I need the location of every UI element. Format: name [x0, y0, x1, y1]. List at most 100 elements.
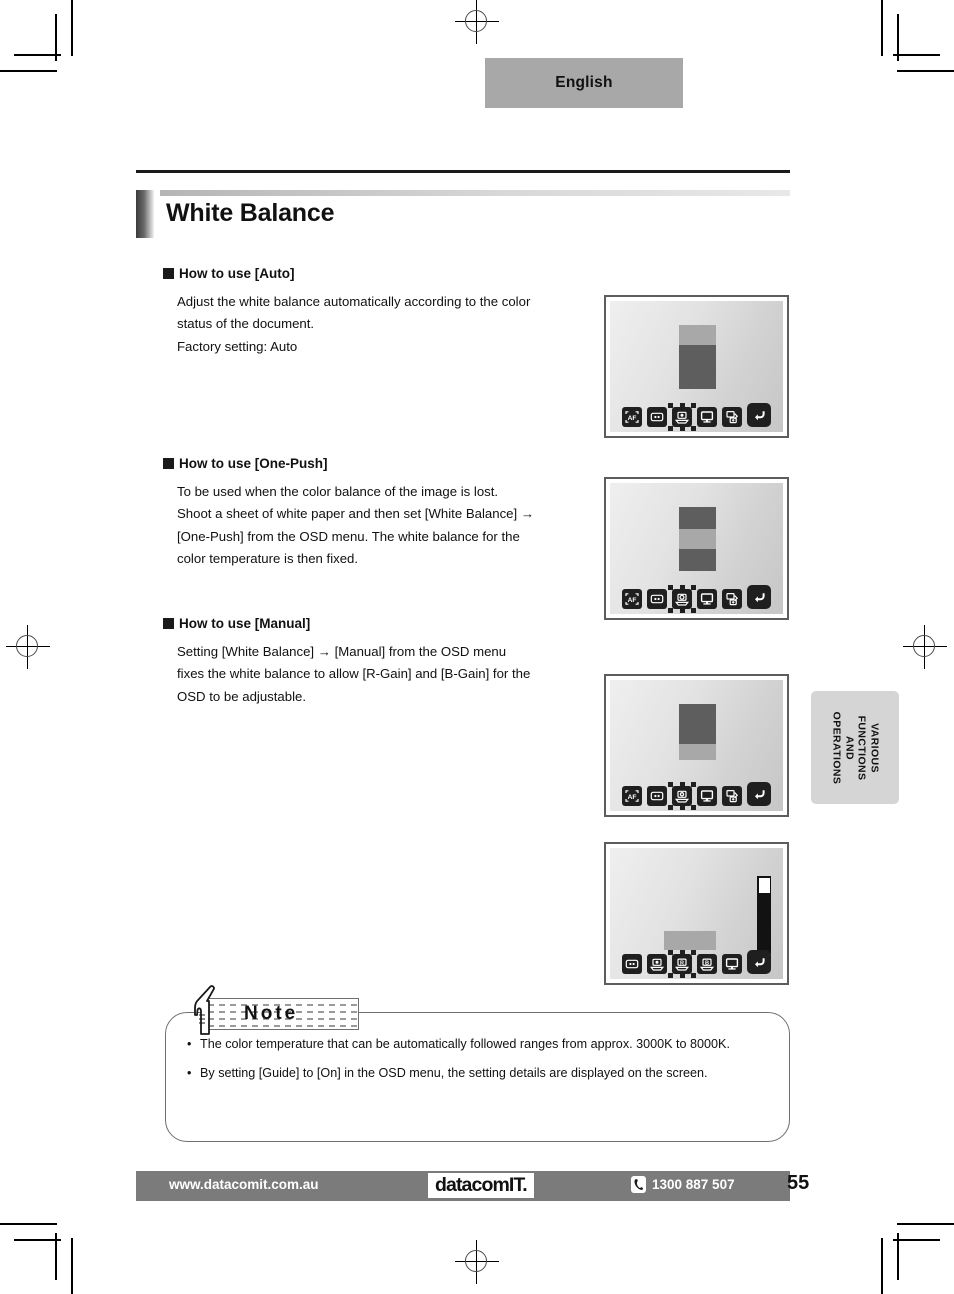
osd-icon-row-one-push: AF	[610, 585, 783, 613]
osd-screen-gain: R B	[604, 842, 789, 985]
title-gradient-rule	[160, 190, 790, 196]
image-rotate-icon[interactable]	[722, 407, 742, 427]
svg-text:AF: AF	[628, 415, 637, 422]
image-rotate-icon[interactable]	[722, 786, 742, 806]
af-icon[interactable]: AF	[622, 407, 642, 427]
svg-text:AF: AF	[628, 794, 637, 801]
selection-handle	[668, 403, 673, 408]
registration-mark-bottom	[455, 1240, 499, 1284]
crop-mark-bottom-left-h2	[0, 1223, 57, 1225]
iris-icon[interactable]	[647, 589, 667, 609]
osd-icon-row-auto: AF	[610, 403, 783, 431]
back-arrow-icon[interactable]	[747, 950, 771, 974]
svg-text:B: B	[705, 961, 709, 967]
iris-icon[interactable]	[647, 407, 667, 427]
osd-screen-manual: AF	[604, 674, 789, 817]
monitor-icon[interactable]	[697, 407, 717, 427]
note-bullet: •	[187, 1037, 192, 1051]
back-arrow-icon[interactable]	[747, 403, 771, 427]
back-arrow-icon[interactable]	[747, 585, 771, 609]
telephone-icon	[631, 1176, 646, 1193]
white-balance-icon[interactable]	[647, 954, 667, 974]
osd-selected-item-manual[interactable]	[668, 782, 696, 810]
page-title: White Balance	[166, 199, 335, 227]
selection-handle	[668, 805, 673, 810]
osd-icon-row-gain: R B	[610, 950, 783, 978]
side-tab-line-3: AND	[843, 735, 855, 760]
section-body-manual: Setting [White Balance] → [Manual] from …	[177, 644, 531, 704]
osd-icon-row-manual: AF	[610, 782, 783, 810]
footer-phone: 1300 887 507	[631, 1176, 735, 1193]
osd-screen-one-push: AF	[604, 477, 789, 620]
b-gain-icon[interactable]: B	[697, 954, 717, 974]
r-gain-icon[interactable]: R	[672, 954, 692, 974]
selection-handle	[668, 950, 673, 955]
osd-selected-item-auto[interactable]	[668, 403, 696, 431]
selection-handle	[679, 782, 685, 787]
guide-bar-gain	[664, 931, 716, 950]
side-tab-line-2: FUNCTIONS	[855, 715, 868, 780]
selection-handle	[691, 950, 696, 955]
selection-handle	[691, 426, 696, 431]
side-index-tab: VARIOUS FUNCTIONS AND OPERATIONS	[811, 691, 899, 804]
svg-text:AF: AF	[628, 597, 637, 604]
selection-handle	[691, 805, 696, 810]
selection-handle	[691, 782, 696, 787]
selection-handle	[691, 973, 696, 978]
section-heading-manual: How to use [Manual]	[163, 616, 310, 631]
selection-handle	[679, 805, 685, 810]
monitor-icon[interactable]	[697, 589, 717, 609]
section-body-one-push: To be used when the color balance of the…	[177, 484, 535, 567]
note-badge: Note	[207, 998, 359, 1030]
back-arrow-icon[interactable]	[747, 782, 771, 806]
osd-selected-item-gain[interactable]: R	[668, 950, 696, 978]
registration-mark-top	[455, 0, 499, 44]
guide-bar-auto	[679, 325, 716, 389]
selection-handle	[691, 403, 696, 408]
crop-mark-top-right-h2	[897, 70, 954, 72]
crop-mark-top-left-v2	[71, 0, 73, 56]
selection-handle	[668, 608, 673, 613]
iris-icon[interactable]	[622, 954, 642, 974]
section-heading-manual-label: How to use [Manual]	[179, 616, 311, 631]
guide-bar-one-push	[679, 507, 716, 571]
af-icon[interactable]: AF	[622, 786, 642, 806]
osd-selected-item-one-push[interactable]	[668, 585, 696, 613]
datacomit-logo: datacomIT.	[428, 1173, 534, 1198]
guide-bar-manual	[679, 704, 716, 760]
note-item: • The color temperature that can be auto…	[186, 1032, 778, 1057]
language-tab-label: English	[555, 74, 613, 91]
selection-handle	[691, 608, 696, 613]
crop-mark-bottom-right-v2	[881, 1238, 883, 1294]
crop-mark-bottom-left-h	[14, 1239, 61, 1241]
side-tab-line-1: VARIOUS	[868, 722, 880, 773]
note-label: Note	[244, 1003, 299, 1024]
selection-handle	[679, 426, 685, 431]
af-icon[interactable]: AF	[622, 589, 642, 609]
note-item: • By setting [Guide] to [On] in the OSD …	[186, 1061, 778, 1086]
white-balance-onepush-icon[interactable]	[672, 589, 692, 609]
image-rotate-icon[interactable]	[722, 589, 742, 609]
selection-handle	[679, 585, 685, 590]
section-heading-auto-label: How to use [Auto]	[179, 266, 295, 281]
registration-mark-right	[903, 625, 947, 669]
section-heading-one-push-label: How to use [One-Push]	[179, 456, 328, 471]
selection-handle	[691, 585, 696, 590]
svg-text:R: R	[680, 961, 684, 967]
gain-level-slider-knob[interactable]	[758, 878, 770, 893]
gain-level-slider[interactable]	[757, 876, 771, 954]
note-item-text: By setting [Guide] to [On] in the OSD me…	[200, 1066, 708, 1080]
title-accent-bar	[136, 190, 154, 238]
crop-mark-bottom-right-h2	[897, 1223, 954, 1225]
footer-bar: www.datacomit.com.au datacomIT. 1300 887…	[136, 1171, 790, 1201]
selection-handle	[679, 973, 685, 978]
section-heading-one-push: How to use [One-Push]	[163, 456, 328, 471]
monitor-icon[interactable]	[697, 786, 717, 806]
white-balance-icon[interactable]	[672, 407, 692, 427]
selection-handle	[668, 973, 673, 978]
white-balance-manual-icon[interactable]	[672, 786, 692, 806]
iris-icon[interactable]	[647, 786, 667, 806]
monitor-icon[interactable]	[722, 954, 742, 974]
note-item-text: The color temperature that can be automa…	[200, 1037, 730, 1051]
footer-url[interactable]: www.datacomit.com.au	[169, 1177, 319, 1192]
